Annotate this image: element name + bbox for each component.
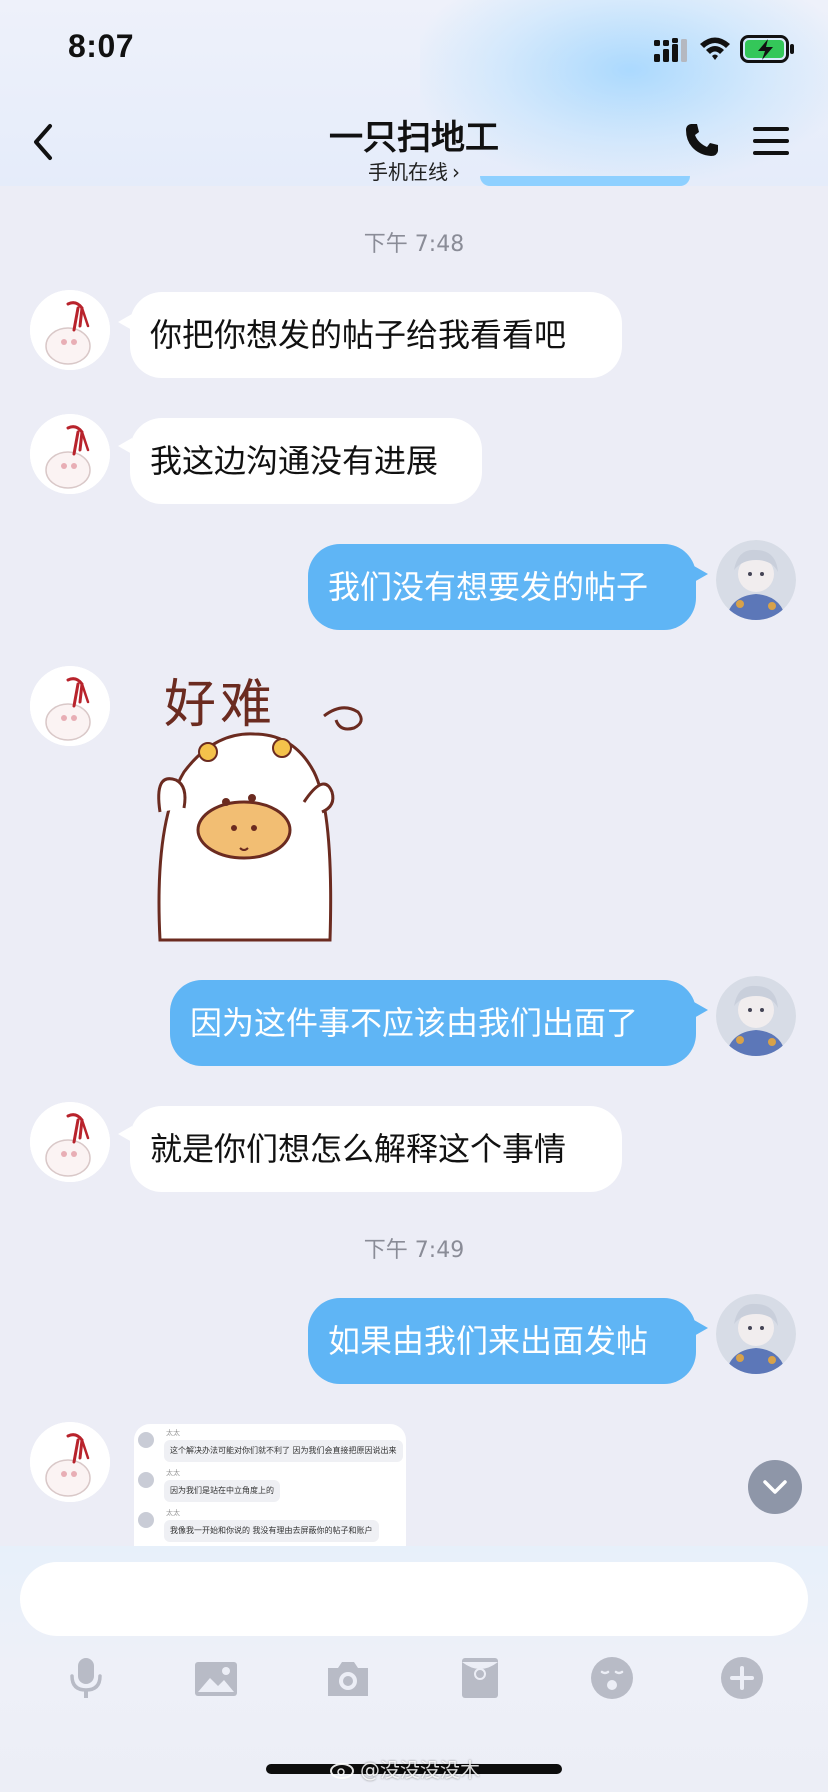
microphone-icon [70, 1658, 102, 1698]
contact-avatar[interactable] [30, 1102, 110, 1182]
red-packet-icon [462, 1658, 498, 1698]
bubble-tail [694, 1320, 708, 1336]
emoji-icon [591, 1657, 633, 1699]
incoming-message[interactable]: 你把你想发的帖子给我看看吧 [130, 292, 622, 378]
watermark: @没没没没木 [360, 1758, 480, 1782]
timestamp: 下午 7:48 [363, 232, 465, 257]
image-icon [195, 1662, 237, 1696]
contact-avatar[interactable] [30, 290, 110, 370]
screenshot-row: 太太 这个解决办法可能对你们就不利了 因为我们会直接把原因说出来 [134, 1428, 406, 1464]
screenshot-row: 太太 我像我一开始和你说的 我没有理由去屏蔽你的帖子和账户 [134, 1508, 406, 1544]
image-message-screenshot[interactable]: 太太 这个解决办法可能对你们就不利了 因为我们会直接把原因说出来 太太 因为我们… [134, 1424, 406, 1548]
my-avatar[interactable] [716, 540, 796, 620]
my-avatar[interactable] [716, 976, 796, 1056]
wifi-icon [700, 37, 730, 60]
sticker-message[interactable]: 好难 [154, 662, 394, 942]
sticker-character [157, 706, 363, 942]
cellular-signal-icon [654, 38, 687, 62]
online-status[interactable]: 手机在线 › [0, 156, 828, 185]
phone-call-icon[interactable] [684, 122, 720, 158]
contact-avatar[interactable] [30, 1422, 110, 1502]
timestamp: 下午 7:49 [363, 1238, 465, 1263]
outgoing-message[interactable]: 我们没有想要发的帖子 [308, 544, 696, 630]
screenshot-avatar [138, 1472, 154, 1488]
status-bar: 8:07 [0, 0, 828, 100]
screenshot-row: 太太 因为我们是站在中立角度上的 [134, 1468, 406, 1504]
screenshot-sender: 太太 [166, 1429, 180, 1437]
battery-charging-icon [740, 35, 794, 63]
screenshot-sender: 太太 [166, 1469, 180, 1477]
screenshot-sender: 太太 [166, 1509, 180, 1517]
red-packet-button[interactable] [456, 1654, 504, 1702]
incoming-message[interactable]: 我这边沟通没有进展 [130, 418, 482, 504]
contact-avatar[interactable] [30, 666, 110, 746]
outgoing-message[interactable]: 如果由我们来出面发帖 [308, 1298, 696, 1384]
chevron-right-icon: › [452, 160, 460, 184]
incoming-message[interactable]: 就是你们想怎么解释这个事情 [130, 1106, 622, 1192]
online-status-label: 手机在线 [368, 160, 448, 184]
camera-button[interactable] [324, 1654, 372, 1702]
outgoing-message[interactable]: 因为这件事不应该由我们出面了 [170, 980, 696, 1066]
my-avatar[interactable] [716, 1294, 796, 1374]
chevron-down-icon [763, 1480, 787, 1494]
bubble-tail [694, 566, 708, 582]
screenshot-text: 我像我一开始和你说的 我没有理由去屏蔽你的帖子和账户 [164, 1520, 379, 1542]
plus-icon [721, 1657, 763, 1699]
message-input[interactable] [20, 1562, 808, 1636]
status-time: 8:07 [68, 28, 135, 64]
screenshot-text: 因为我们是站在中立角度上的 [164, 1480, 280, 1502]
screenshot-text: 这个解决办法可能对你们就不利了 因为我们会直接把原因说出来 [164, 1440, 403, 1462]
scroll-to-bottom-button[interactable] [748, 1460, 802, 1514]
camera-icon [328, 1662, 368, 1696]
screenshot-avatar [138, 1512, 154, 1528]
contact-avatar[interactable] [30, 414, 110, 494]
photo-button[interactable] [192, 1654, 240, 1702]
menu-icon[interactable] [752, 124, 790, 158]
chat-header: 一只扫地工 手机在线 › [0, 100, 828, 186]
bubble-tail [694, 1002, 708, 1018]
screenshot-avatar [138, 1432, 154, 1448]
microphone-button[interactable] [62, 1654, 110, 1702]
weibo-icon [330, 1763, 354, 1779]
emoji-button[interactable] [588, 1654, 636, 1702]
more-button[interactable] [718, 1654, 766, 1702]
